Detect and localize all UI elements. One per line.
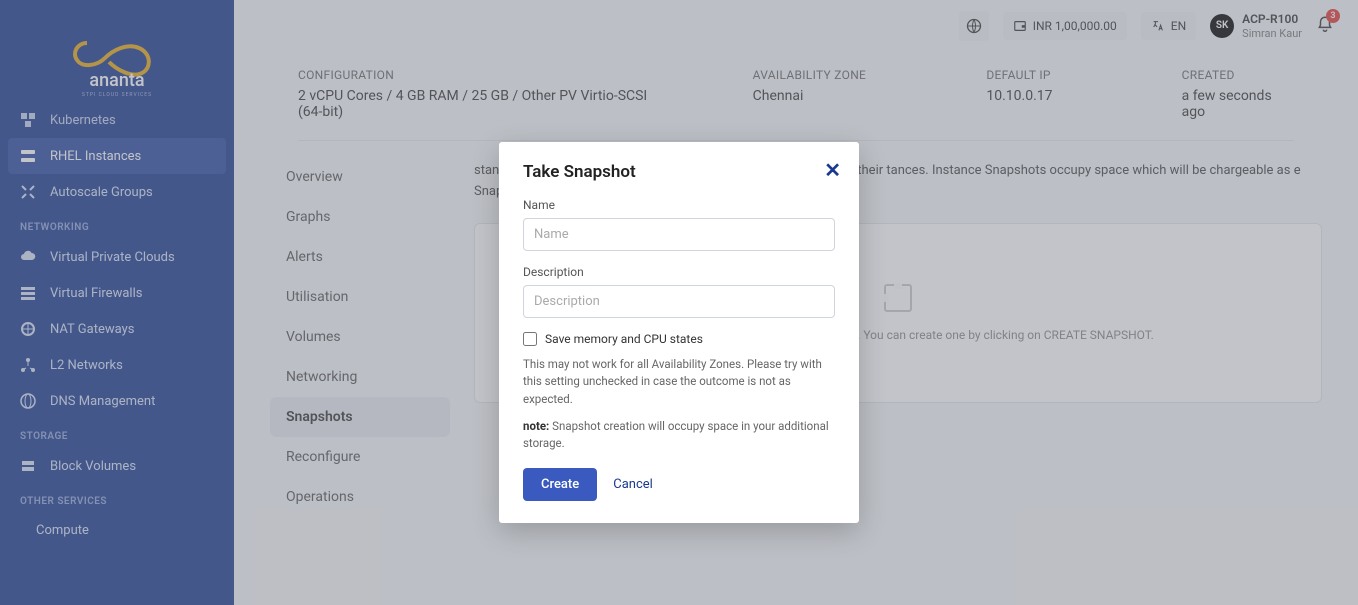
cancel-button[interactable]: Cancel xyxy=(613,477,653,492)
modal-warning: This may not work for all Availability Z… xyxy=(523,356,835,408)
modal-overlay[interactable]: Take Snapshot ✕ Name Description Save me… xyxy=(0,0,1358,605)
save-memory-label: Save memory and CPU states xyxy=(545,332,703,346)
description-label: Description xyxy=(523,265,835,279)
take-snapshot-modal: Take Snapshot ✕ Name Description Save me… xyxy=(499,142,859,523)
close-icon[interactable]: ✕ xyxy=(824,158,841,182)
save-memory-row[interactable]: Save memory and CPU states xyxy=(523,332,835,346)
description-input[interactable] xyxy=(523,285,835,318)
name-label: Name xyxy=(523,198,835,212)
create-button[interactable]: Create xyxy=(523,468,597,501)
name-input[interactable] xyxy=(523,218,835,251)
modal-note: note: Snapshot creation will occupy spac… xyxy=(523,418,835,453)
save-memory-checkbox[interactable] xyxy=(523,332,537,346)
modal-title: Take Snapshot xyxy=(523,162,835,182)
